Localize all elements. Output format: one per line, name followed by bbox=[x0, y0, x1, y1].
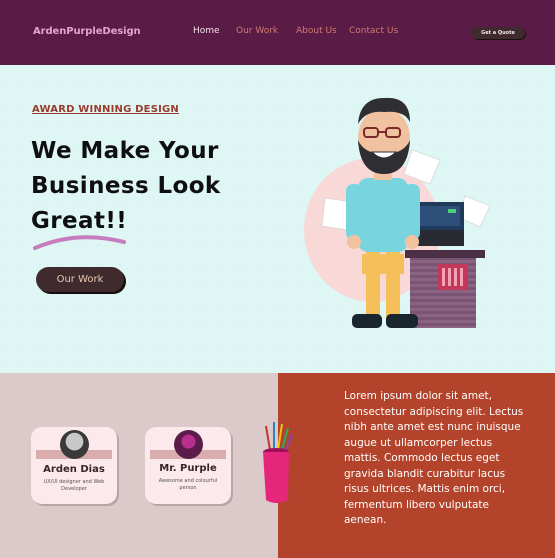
headline-line-1: We Make Your bbox=[31, 138, 219, 164]
team-card-mr-purple[interactable]: Mr. Purple Awesome and colourful person bbox=[145, 427, 231, 504]
designer-illustration bbox=[304, 97, 491, 328]
nav-item-our-work[interactable]: Our Work bbox=[236, 26, 278, 36]
nav-item-home[interactable]: Home bbox=[193, 26, 220, 36]
team-member-role: UX/UI designer and Web Developer bbox=[43, 479, 105, 492]
team-card-arden[interactable]: Arden Dias UX/UI designer and Web Develo… bbox=[31, 427, 117, 504]
get-quote-button[interactable]: Get a Quote bbox=[471, 27, 525, 39]
nav-item-about-us[interactable]: About Us bbox=[296, 26, 337, 36]
about-text: Lorem ipsum dolor sit amet, consectetur … bbox=[344, 390, 524, 526]
team-member-role: Awesome and colourful person bbox=[158, 478, 218, 491]
avatar bbox=[60, 430, 89, 459]
top-navbar: ArdenPurpleDesign Home Our Work About Us… bbox=[0, 0, 555, 65]
hero-eyebrow: AWARD WINNING DESIGN bbox=[32, 104, 179, 115]
hero-headline: We Make Your Business Look Great!! bbox=[31, 134, 271, 239]
team-member-name: Mr. Purple bbox=[159, 463, 217, 474]
team-member-name: Arden Dias bbox=[43, 464, 105, 475]
pencil-cup-illustration bbox=[263, 422, 293, 503]
brand-logo[interactable]: ArdenPurpleDesign bbox=[33, 26, 141, 37]
headline-line-2: Business Look bbox=[31, 173, 221, 199]
nav-item-contact-us[interactable]: Contact Us bbox=[349, 26, 398, 36]
avatar bbox=[174, 430, 203, 459]
our-work-button[interactable]: Our Work bbox=[36, 267, 124, 292]
underline-swoosh bbox=[33, 235, 126, 250]
